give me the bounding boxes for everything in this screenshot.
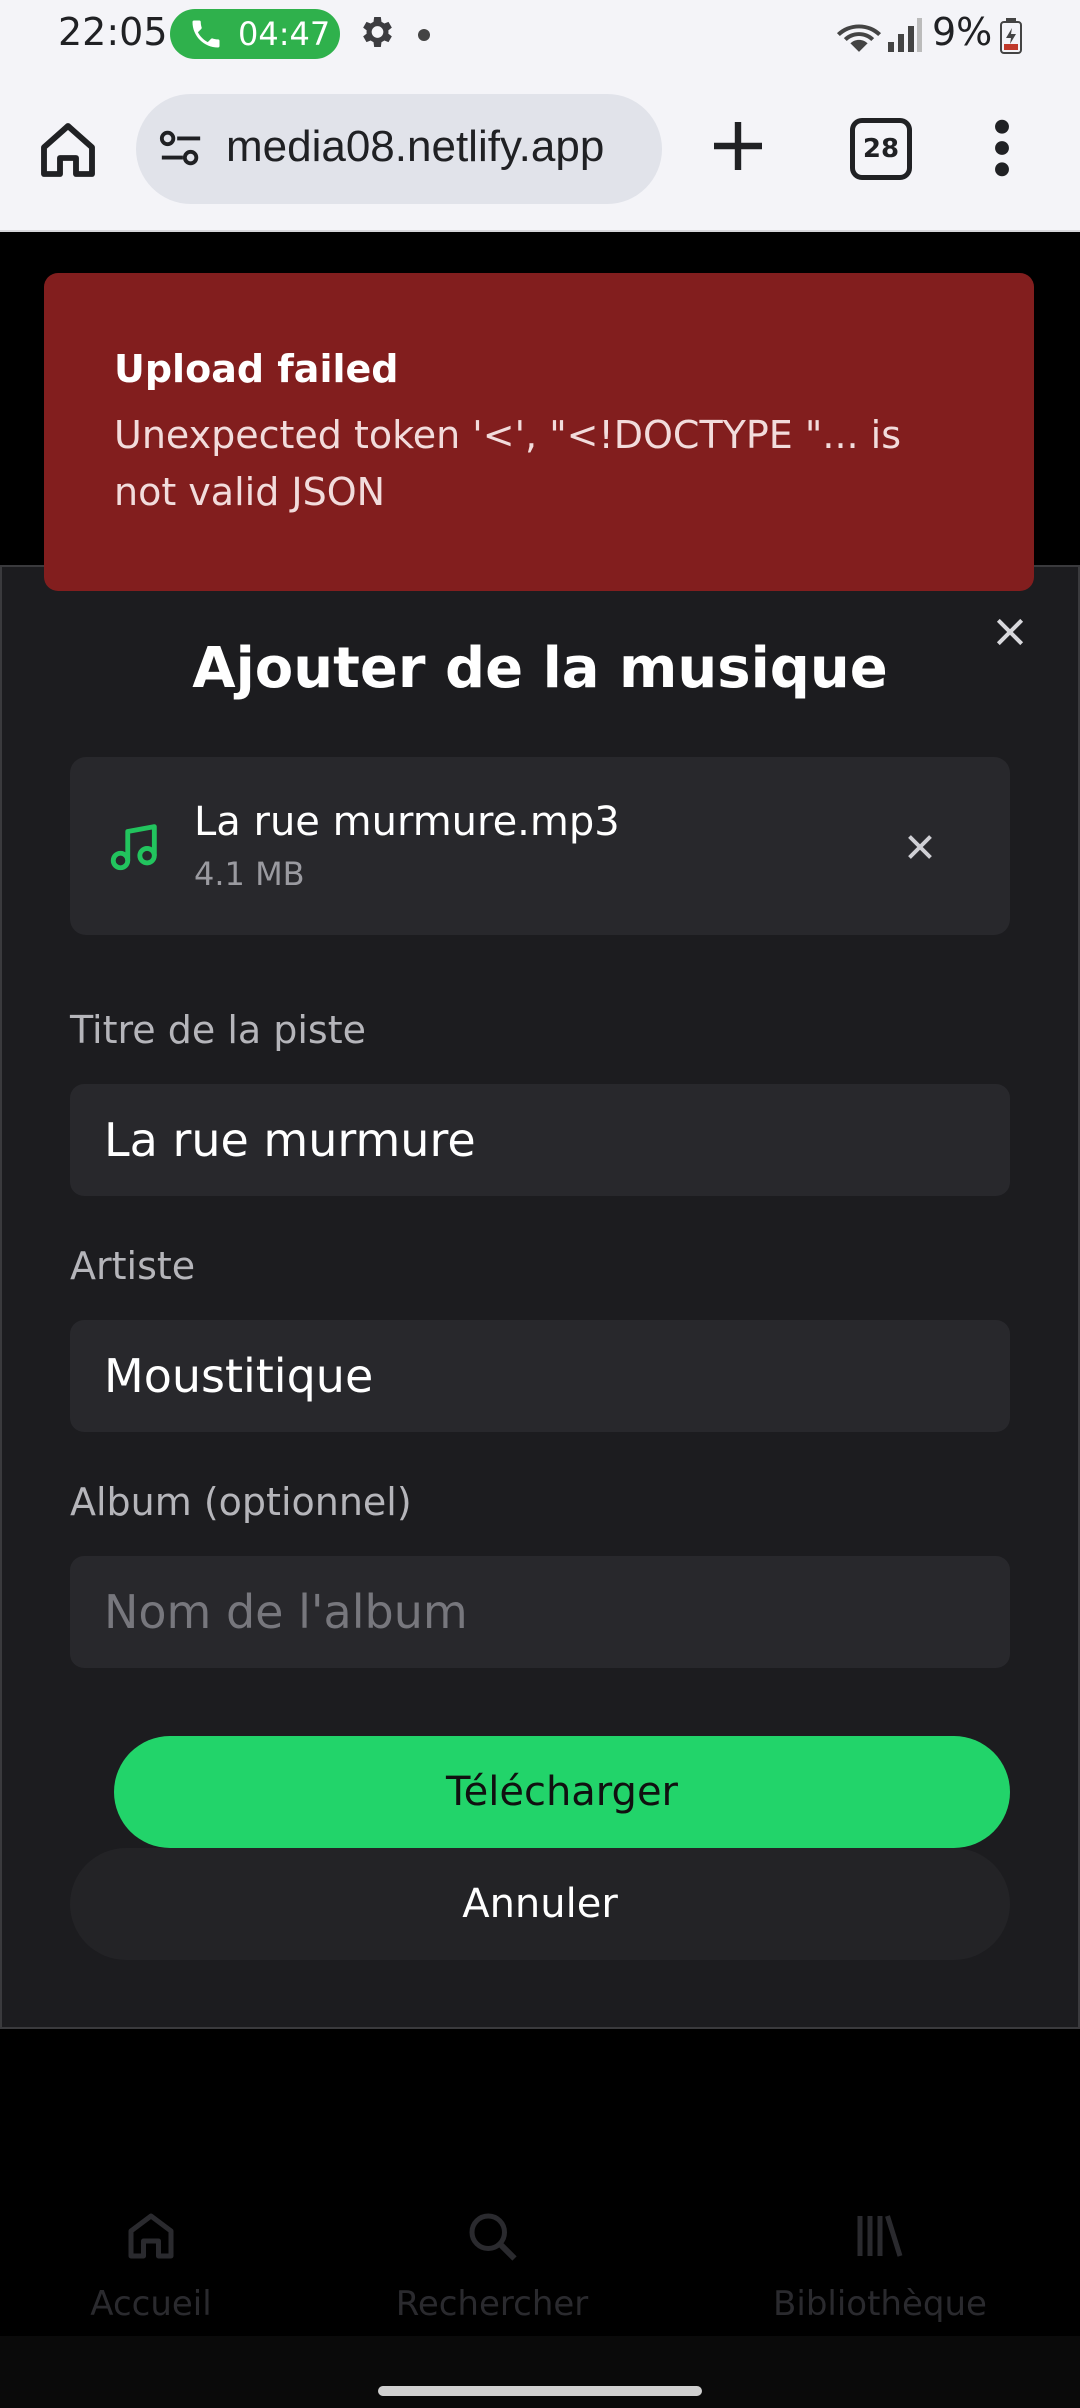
phone-icon [188, 9, 224, 73]
artist-label: Artiste [70, 1244, 196, 1288]
more-vert-icon[interactable] [990, 116, 1014, 184]
nav-item-home[interactable]: Accueil [1, 2160, 301, 2336]
toast-message: Unexpected token '<', "<!DOCTYPE "... is… [114, 413, 902, 514]
notification-dot [418, 29, 430, 41]
bottom-navigation: Accueil Rechercher Bibliothèque [0, 2160, 1080, 2336]
cancel-button[interactable]: Annuler [70, 1848, 1010, 1960]
site-settings-icon[interactable] [158, 128, 204, 172]
status-time: 22:05 [58, 10, 168, 54]
file-size: 4.1 MB [194, 855, 305, 893]
ongoing-call-chip[interactable]: 04:47 [170, 9, 340, 59]
wifi-icon [836, 18, 882, 58]
nav-item-library[interactable]: Bibliothèque [730, 2160, 1030, 2336]
library-icon [850, 2206, 910, 2270]
track-title-label: Titre de la piste [70, 1008, 367, 1052]
battery-icon [1000, 18, 1022, 58]
music-note-icon [106, 817, 164, 879]
file-name: La rue murmure.mp3 [194, 799, 620, 845]
nav-item-search[interactable]: Rechercher [342, 2160, 642, 2336]
browser-toolbar: media08.netlify.app 28 [0, 70, 1080, 232]
toast-title: Upload failed [114, 347, 399, 391]
system-gesture-bar [0, 2336, 1080, 2408]
address-url: media08.netlify.app [226, 122, 605, 171]
settings-gear-icon [356, 12, 396, 56]
nav-label-home: Accueil [90, 2284, 212, 2324]
address-bar[interactable]: media08.netlify.app [136, 94, 662, 204]
home-gesture-handle[interactable] [378, 2386, 702, 2396]
nav-label-search: Rechercher [395, 2284, 589, 2324]
new-tab-plus-icon[interactable] [706, 114, 770, 178]
upload-error-toast: Upload failed Unexpected token '<', "<!D… [44, 273, 1034, 591]
tab-switcher-button[interactable]: 28 [850, 118, 912, 180]
call-timer: 04:47 [238, 15, 331, 53]
dialog-title: Ajouter de la musique [192, 636, 888, 701]
album-input[interactable] [70, 1556, 1010, 1668]
selected-file-card: La rue murmure.mp3 4.1 MB [70, 757, 1010, 935]
nav-label-library: Bibliothèque [773, 2284, 987, 2324]
album-label: Album (optionnel) [70, 1480, 412, 1524]
search-icon [462, 2206, 522, 2270]
signal-icon [886, 18, 922, 56]
battery-percent: 9% [932, 10, 993, 54]
track-title-input[interactable] [70, 1084, 1010, 1196]
home-icon [121, 2206, 181, 2270]
artist-input[interactable] [70, 1320, 1010, 1432]
remove-file-icon[interactable] [902, 829, 938, 865]
status-bar: 22:05 04:47 9% [0, 0, 1080, 70]
browser-home-icon[interactable] [36, 118, 100, 182]
upload-button[interactable]: Télécharger [114, 1736, 1010, 1848]
